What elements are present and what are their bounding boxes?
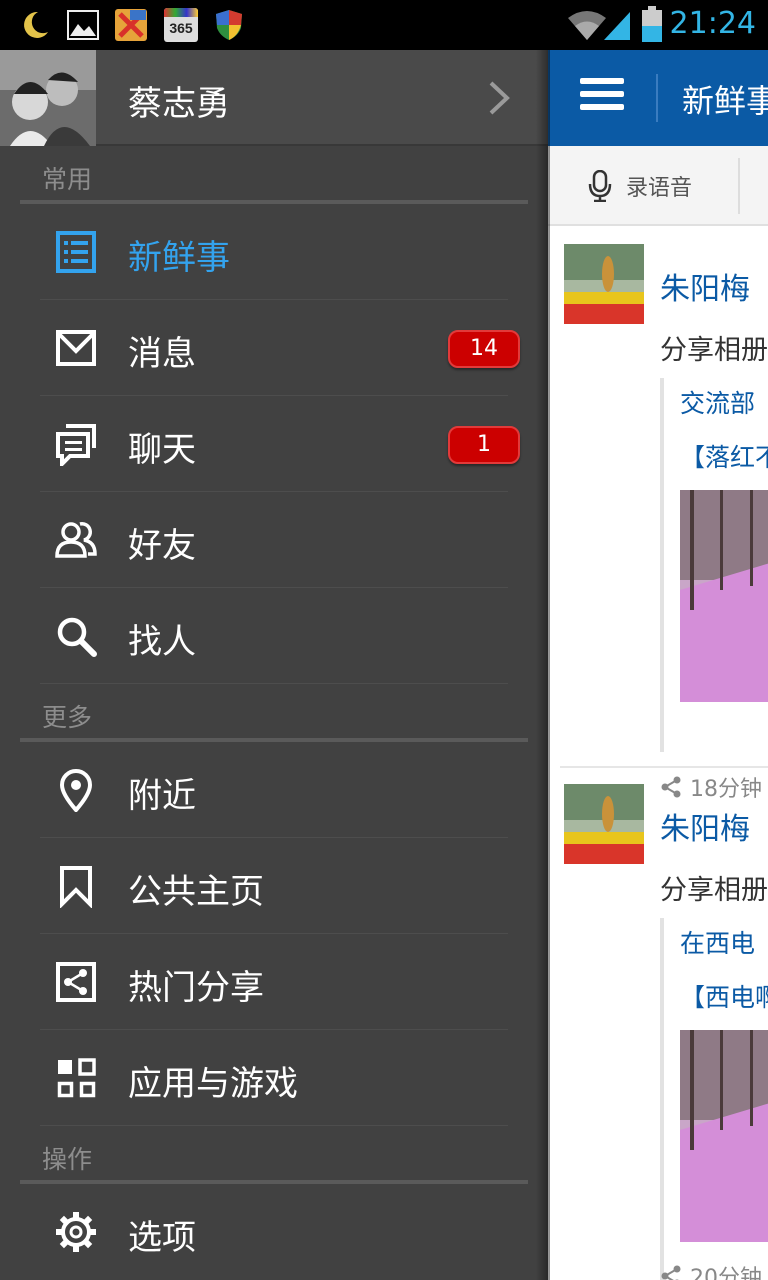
record-voice-label: 录语音 bbox=[626, 176, 693, 201]
drawer-item-label: 热门分享 bbox=[128, 968, 264, 1008]
wifi-icon bbox=[568, 11, 606, 40]
section-header: 常用 bbox=[20, 146, 528, 206]
search-icon bbox=[57, 617, 97, 657]
quote-bar bbox=[660, 378, 664, 752]
gear-icon bbox=[56, 1212, 96, 1252]
record-voice-button[interactable]: 录语音 bbox=[588, 166, 692, 206]
feed-action-text: 分享相册 bbox=[660, 335, 768, 366]
drawer-item-nearby[interactable]: 附近 bbox=[40, 742, 508, 838]
microphone-icon bbox=[588, 170, 612, 202]
feed-timestamp: 20分钟 bbox=[660, 1260, 762, 1280]
divider bbox=[656, 74, 658, 122]
avatar[interactable] bbox=[564, 244, 644, 324]
unread-badge: 1 bbox=[448, 426, 520, 464]
drawer-item-news[interactable]: 新鲜事 bbox=[40, 204, 508, 300]
profile-header[interactable]: 蔡志勇 bbox=[0, 50, 548, 146]
status-bar: 365 21:24 bbox=[0, 0, 768, 50]
drawer-item-chat[interactable]: 聊天 1 bbox=[40, 396, 520, 492]
drawer-item-label: 附近 bbox=[128, 776, 196, 816]
location-pin-icon bbox=[59, 769, 93, 812]
share-icon bbox=[56, 962, 96, 1002]
album-title[interactable]: 在西电 bbox=[680, 924, 755, 960]
album-description: 【落红不 bbox=[680, 443, 768, 472]
section-header: 更多 bbox=[20, 684, 528, 744]
feed-author-name[interactable]: 朱阳梅 bbox=[660, 804, 750, 848]
drawer-item-label: 公共主页 bbox=[128, 872, 264, 912]
feed-item[interactable]: 朱阳梅 分享相册 在西电 【西电啊 20分钟 bbox=[548, 766, 768, 1280]
drawer-item-hot-shares[interactable]: 热门分享 bbox=[40, 934, 508, 1030]
apps-grid-icon bbox=[57, 1058, 96, 1098]
drawer-item-label: 聊天 bbox=[128, 430, 196, 470]
feed-author-name[interactable]: 朱阳梅 bbox=[660, 264, 750, 308]
unread-badge: 14 bbox=[448, 330, 520, 368]
drawer-item-label: 应用与游戏 bbox=[128, 1064, 298, 1104]
share-icon bbox=[661, 1265, 681, 1280]
drawer-item-public-pages[interactable]: 公共主页 bbox=[40, 838, 508, 934]
main-content: 新鲜事 录语音 朱阳梅 分享相册 交流部 【落红不 18分钟 朱阳梅 分享相册 … bbox=[548, 50, 768, 1280]
shield-icon bbox=[216, 10, 242, 40]
drawer-item-options[interactable]: 选项 bbox=[40, 1184, 508, 1280]
section-label: 更多 bbox=[42, 703, 93, 732]
calendar-365-icon: 365 bbox=[164, 8, 198, 42]
drawer-item-find-people[interactable]: 找人 bbox=[40, 588, 508, 684]
battery-icon bbox=[642, 6, 662, 42]
section-header: 操作 bbox=[20, 1126, 528, 1186]
gallery-icon bbox=[67, 10, 99, 40]
clock: 21:24 bbox=[669, 6, 756, 41]
album-photo[interactable] bbox=[680, 1030, 768, 1242]
page-title: 新鲜事 bbox=[682, 82, 768, 120]
profile-name: 蔡志勇 bbox=[128, 84, 230, 124]
section-label: 常用 bbox=[42, 165, 93, 194]
app-icon bbox=[115, 9, 147, 41]
drawer-item-label: 消息 bbox=[128, 334, 196, 374]
signal-icon bbox=[604, 12, 630, 40]
drawer-item-apps-games[interactable]: 应用与游戏 bbox=[40, 1030, 508, 1126]
drawer-item-label: 选项 bbox=[128, 1218, 196, 1258]
friends-icon bbox=[55, 522, 97, 558]
feed-item[interactable]: 朱阳梅 分享相册 交流部 【落红不 18分钟 bbox=[548, 226, 768, 802]
album-title[interactable]: 交流部 bbox=[680, 384, 755, 420]
navigation-drawer: 蔡志勇 常用 新鲜事 消息 14 聊天 1 好友 找人 更多 附近 公共主页 热… bbox=[0, 50, 548, 1280]
drawer-shadow bbox=[536, 50, 550, 1280]
album-description: 【西电啊 bbox=[680, 983, 768, 1012]
compose-bar: 录语音 bbox=[548, 146, 768, 226]
avatar[interactable] bbox=[0, 50, 96, 146]
album-photo[interactable] bbox=[680, 490, 768, 702]
quote-bar bbox=[660, 918, 664, 1280]
section-label: 操作 bbox=[42, 1145, 93, 1174]
chevron-right-icon bbox=[489, 81, 510, 115]
drawer-item-label: 找人 bbox=[128, 622, 196, 662]
feed-action-text: 分享相册 bbox=[660, 875, 768, 906]
divider bbox=[738, 158, 740, 214]
drawer-item-friends[interactable]: 好友 bbox=[40, 492, 508, 588]
calendar-label: 365 bbox=[169, 20, 193, 36]
drawer-item-messages[interactable]: 消息 14 bbox=[40, 300, 520, 396]
hamburger-menu-icon[interactable] bbox=[580, 78, 624, 112]
moon-icon bbox=[24, 11, 48, 38]
avatar[interactable] bbox=[564, 784, 644, 864]
bookmark-icon bbox=[60, 866, 92, 908]
drawer-item-label: 好友 bbox=[128, 526, 196, 566]
mail-icon bbox=[56, 330, 96, 366]
feed-time-label: 20分钟 bbox=[690, 1266, 762, 1280]
drawer-item-label: 新鲜事 bbox=[128, 238, 230, 278]
top-action-bar: 新鲜事 bbox=[548, 50, 768, 146]
news-list-icon bbox=[56, 231, 96, 273]
chat-icon bbox=[56, 424, 96, 466]
